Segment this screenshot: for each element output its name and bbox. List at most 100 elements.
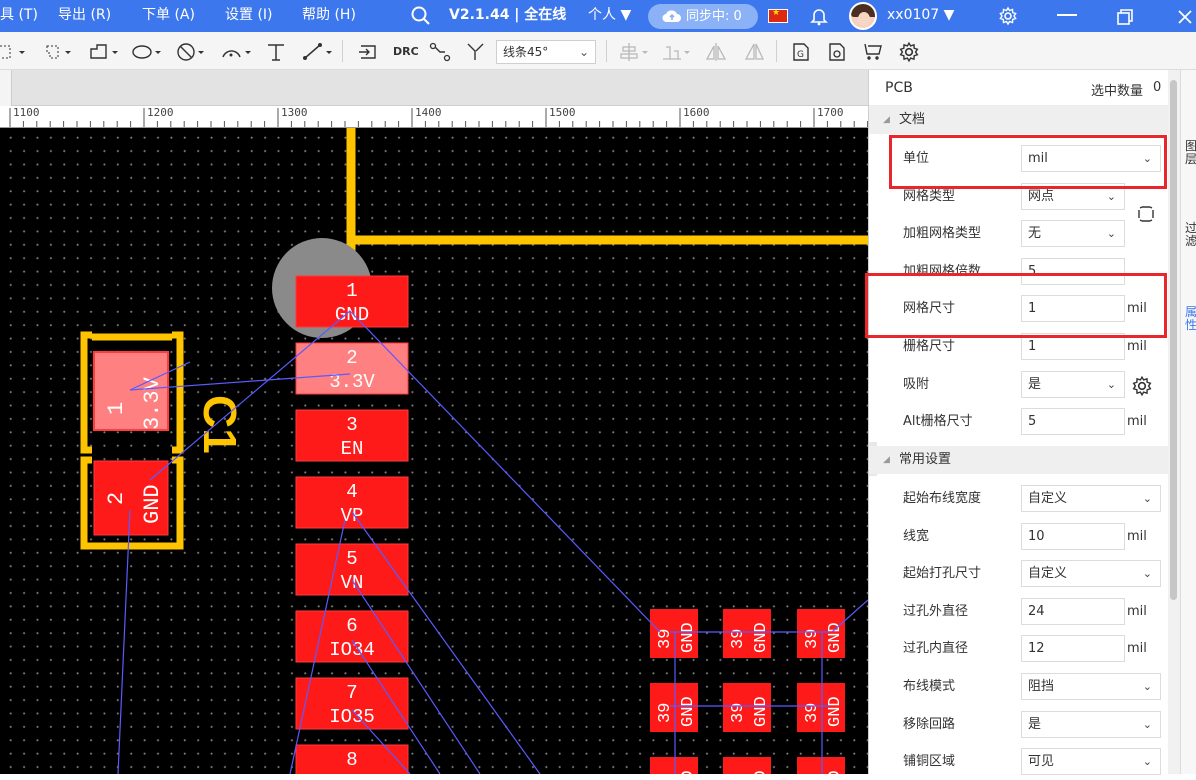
chevron-down-icon: ⌄ — [1142, 680, 1152, 693]
module-pad-net: GND — [335, 304, 369, 326]
setting-row: 起始布线宽度 自定义 ⌄ — [869, 480, 1169, 517]
module-pad-number: 7 — [346, 682, 357, 704]
bom-icon[interactable] — [862, 41, 884, 63]
module-pad-net: VN — [341, 572, 364, 594]
drc-button[interactable]: DRC — [393, 41, 419, 63]
setting-select[interactable]: 是 ⌄ — [1021, 370, 1125, 398]
section-common[interactable]: ◢ 常用设置 — [869, 446, 1169, 474]
dock-tab-properties[interactable]: 属性 — [1185, 306, 1196, 332]
diff-pair-icon[interactable] — [465, 41, 487, 63]
section-common-title: 常用设置 — [899, 452, 952, 467]
highlight-unit — [889, 135, 1167, 189]
panel-title: PCB — [885, 80, 913, 96]
align-icon[interactable] — [619, 41, 653, 63]
grid-settings-icon[interactable] — [1136, 204, 1156, 228]
restore-button[interactable] — [1116, 7, 1134, 25]
small-pad-net: GND — [679, 770, 698, 774]
setting-select[interactable]: 无 ⌄ — [1021, 220, 1125, 248]
menu-export[interactable]: 导出 (R) — [58, 0, 111, 32]
flip-horizontal-icon[interactable] — [705, 41, 727, 63]
text-icon[interactable] — [266, 41, 288, 63]
chevron-down-icon: ▼ — [620, 7, 632, 23]
route-icon[interactable] — [429, 41, 451, 63]
cloud-upload-icon — [662, 10, 681, 23]
ruler-label: 1500 — [549, 106, 576, 119]
setting-row: 移除回路 是 ⌄ — [869, 706, 1169, 743]
tab-pcb[interactable] — [0, 70, 12, 106]
setting-select[interactable]: 可见 ⌄ — [1021, 748, 1161, 776]
line-mode-value: 线条45° — [503, 45, 549, 59]
poly-select-icon[interactable] — [44, 41, 76, 63]
import-icon[interactable] — [357, 41, 379, 63]
dock-tab-layers[interactable]: 图层 — [1185, 140, 1196, 166]
avatar[interactable] — [849, 2, 877, 30]
setting-input[interactable]: 24 — [1021, 597, 1125, 625]
setting-input[interactable]: 10 — [1021, 522, 1125, 550]
setting-input[interactable]: 12 — [1021, 635, 1125, 663]
bell-icon[interactable] — [809, 6, 829, 26]
distribute-icon[interactable] — [661, 41, 695, 63]
snap-settings-gear-icon[interactable] — [1131, 375, 1153, 401]
small-pad-net: GND — [826, 696, 845, 727]
module-pad-number: 4 — [346, 481, 357, 503]
c1-label: C1 — [194, 395, 246, 454]
menu-help[interactable]: 帮助 (H) — [302, 0, 356, 32]
dimension-icon[interactable] — [302, 41, 338, 63]
module-pad-number: 1 — [346, 280, 357, 302]
c1-pad-2-label: 2 — [104, 492, 129, 505]
close-button[interactable] — [1176, 7, 1194, 25]
setting-value: 自定义 — [1028, 566, 1068, 582]
setting-select[interactable]: 自定义 ⌄ — [1021, 560, 1161, 588]
arc-icon[interactable] — [220, 41, 256, 63]
polyline-icon[interactable] — [88, 41, 124, 63]
rect-select-icon[interactable] — [0, 41, 28, 63]
camera-icon[interactable] — [826, 41, 848, 63]
dock-tab-filter[interactable]: 过滤 — [1185, 222, 1196, 248]
workspace-select[interactable]: 个人 ▼ — [588, 0, 631, 32]
setting-input[interactable]: 5 — [1021, 408, 1125, 436]
settings-icon[interactable] — [898, 41, 920, 63]
module-pad-number: 3 — [346, 414, 357, 436]
small-pad-net: GND — [752, 770, 771, 774]
panel-scrollbar[interactable] — [1168, 70, 1180, 774]
setting-select[interactable]: 是 ⌄ — [1021, 710, 1161, 738]
workspace-label: 个人 — [588, 7, 616, 23]
china-flag-icon[interactable]: ★ — [768, 8, 788, 23]
ellipse-icon[interactable] — [131, 41, 167, 63]
search-icon[interactable] — [411, 6, 431, 26]
setting-label: 起始布线宽度 — [903, 491, 982, 506]
menu-tools[interactable]: 具 (T) — [0, 0, 38, 32]
selected-count-label: 选中数量 — [1091, 84, 1144, 99]
track[interactable] — [346, 128, 868, 268]
setting-label: 起始打孔尺寸 — [903, 566, 982, 582]
module-pad-number: 2 — [346, 347, 357, 369]
setting-value: 可见 — [1028, 754, 1055, 770]
chevron-down-icon: ⌄ — [1106, 227, 1116, 241]
setting-select[interactable]: 阻挡 ⌄ — [1021, 673, 1161, 700]
user-menu[interactable]: xx0107 ▼ — [887, 0, 954, 32]
flip-vertical-icon[interactable] — [743, 41, 765, 63]
scrollbar-thumb[interactable] — [1170, 80, 1177, 600]
setting-select[interactable]: 自定义 ⌄ — [1021, 485, 1161, 512]
forbidden-icon[interactable] — [176, 41, 212, 63]
minimize-button[interactable] — [1057, 14, 1077, 16]
pcb-canvas[interactable]: C1 1 3.3V 2 GND 1 GND 2 3.3V 3 EN 4 VP 5 VN 6 IO34 7… — [0, 128, 868, 774]
section-document[interactable]: ◢ 文档 — [869, 106, 1169, 134]
version-label: V2.1.44 | 全在线 — [449, 7, 567, 23]
setting-label: 吸附 — [903, 376, 930, 392]
setting-unit: mil — [1127, 414, 1147, 430]
setting-value: 无 — [1028, 226, 1042, 242]
setting-row: 布线模式 阻挡 ⌄ — [869, 668, 1169, 705]
gerber-icon[interactable]: G — [790, 41, 812, 63]
ruler-label: 1200 — [147, 106, 174, 119]
menu-order[interactable]: 下单 (A) — [142, 0, 195, 32]
toolbar-divider — [776, 40, 777, 62]
line-mode-select[interactable]: 线条45° ⌄ — [496, 40, 596, 64]
ruler-label: 1600 — [683, 106, 710, 119]
gear-icon[interactable] — [998, 6, 1018, 26]
setting-label: 铺铜区域 — [903, 754, 956, 770]
setting-label: 移除回路 — [903, 716, 956, 732]
menu-settings[interactable]: 设置 (I) — [225, 0, 273, 32]
setting-unit: mil — [1127, 603, 1147, 619]
sync-status[interactable]: 同步中: 0 — [648, 4, 758, 29]
